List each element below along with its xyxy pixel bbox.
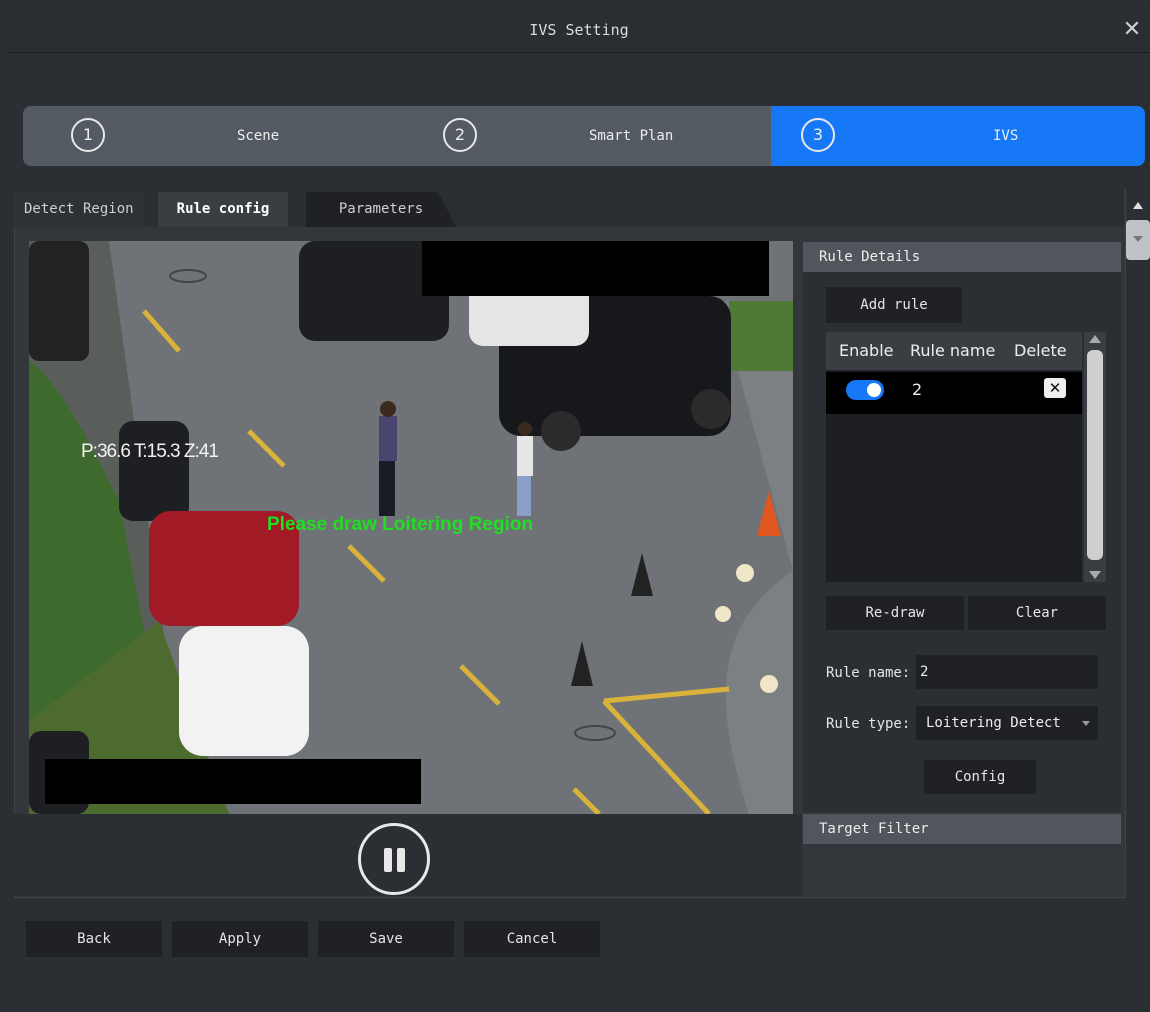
step-smart-plan[interactable]: 2 Smart Plan [399, 106, 771, 166]
apply-button[interactable]: Apply [172, 921, 308, 957]
step-label-ivs: IVS [993, 128, 1019, 144]
enable-toggle[interactable] [846, 380, 884, 400]
panel-scrollbar[interactable] [1126, 190, 1150, 896]
save-button[interactable]: Save [318, 921, 454, 957]
step-ivs[interactable]: 3 IVS [771, 106, 1145, 166]
tab-parameters[interactable]: Parameters [306, 192, 456, 227]
tab-rule-config[interactable]: Rule config [158, 192, 288, 227]
add-rule-button[interactable]: Add rule [826, 287, 962, 323]
chevron-down-icon [1082, 721, 1090, 726]
close-icon[interactable]: ✕ [1118, 16, 1146, 44]
title-bar: IVS Setting ✕ [8, 8, 1150, 53]
rule-table-scrollbar[interactable] [1084, 332, 1106, 582]
scroll-up-icon[interactable] [1089, 335, 1101, 343]
back-button[interactable]: Back [26, 921, 162, 957]
rule-name-cell: 2 [912, 380, 923, 399]
pause-icon-bar [397, 848, 405, 872]
clear-button[interactable]: Clear [968, 596, 1106, 630]
rule-type-label: Rule type: [826, 716, 911, 732]
scroll-down-icon[interactable] [1089, 571, 1101, 579]
cancel-button[interactable]: Cancel [464, 921, 600, 957]
target-filter-header[interactable]: Target Filter [803, 814, 1121, 844]
toggle-knob [867, 383, 881, 397]
pause-icon [384, 848, 392, 872]
step-label-smart-plan: Smart Plan [589, 128, 674, 144]
step-scene[interactable]: 1 Scene [23, 106, 399, 166]
scroll-down-icon[interactable] [1133, 236, 1143, 242]
wizard-stepper: 1 Scene 2 Smart Plan 3 IVS [23, 106, 1145, 166]
rule-name-label: Rule name: [826, 665, 911, 681]
step-number-2: 2 [443, 118, 477, 152]
scroll-up-icon[interactable] [1133, 202, 1143, 209]
tab-detect-region[interactable]: Detect Region [14, 192, 144, 227]
scroll-thumb[interactable] [1087, 350, 1103, 560]
column-delete: Delete [1014, 341, 1067, 360]
window-title: IVS Setting [529, 21, 629, 39]
rule-table-header: Enable Rule name Delete [826, 332, 1082, 370]
rule-type-select[interactable]: Loitering Detect [916, 706, 1098, 740]
delete-icon[interactable]: ✕ [1044, 378, 1066, 398]
pause-button[interactable] [358, 823, 430, 895]
ptz-overlay: P:36.6 T:15.3 Z:41 [81, 441, 219, 462]
rule-type-value: Loitering Detect [926, 715, 1061, 731]
column-enable: Enable [839, 341, 894, 360]
column-rule-name: Rule name [910, 341, 996, 360]
rule-details-header[interactable]: Rule Details [803, 242, 1121, 272]
config-button[interactable]: Config [924, 760, 1036, 794]
redraw-button[interactable]: Re-draw [826, 596, 964, 630]
rule-name-input[interactable]: 2 [916, 655, 1098, 689]
draw-region-prompt: Please draw Loitering Region [267, 514, 534, 535]
video-preview[interactable]: P:36.6 T:15.3 Z:41 Please draw Loitering… [29, 241, 793, 814]
step-number-3: 3 [801, 118, 835, 152]
step-number-1: 1 [71, 118, 105, 152]
step-label-scene: Scene [237, 128, 280, 144]
